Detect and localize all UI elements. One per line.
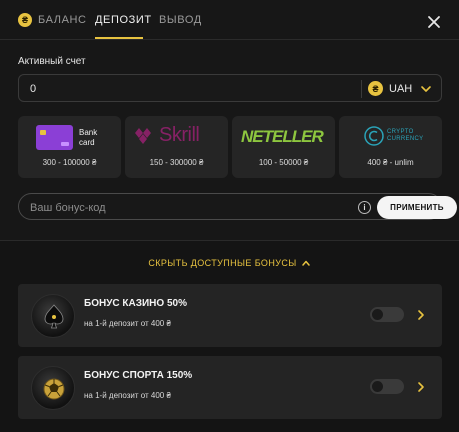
crypto-logo-line1: CRYPTO (387, 129, 414, 135)
method-skrill[interactable]: Skrill 150 - 300000 ₴ (125, 116, 228, 178)
switch-knob (372, 381, 383, 392)
bonus-toggle-switch[interactable] (370, 379, 404, 394)
bank-card-range: 300 - 100000 ₴ (42, 158, 97, 167)
bonus-card-casino[interactable]: БОНУС КАЗИНО 50% на 1-й депозит от 400 ₴ (18, 284, 442, 347)
bonus-code-placeholder: Ваш бонус-код (30, 202, 106, 214)
chevron-down-icon[interactable] (419, 82, 433, 96)
bonus-title: БОНУС КАЗИНО 50% (84, 298, 187, 309)
apply-button[interactable]: ПРИМЕНИТЬ (377, 196, 457, 219)
hide-bonuses-label: СКРЫТЬ ДОСТУПНЫЕ БОНУСЫ (148, 258, 297, 268)
ball-icon (43, 378, 65, 400)
tab-bar: ₴ БАЛАНС ДЕПОЗИТ ВЫВОД (0, 0, 459, 40)
bonus-toggle-switch[interactable] (370, 307, 404, 322)
divider (361, 80, 362, 98)
deposit-panel: ₴ БАЛАНС ДЕПОЗИТ ВЫВОД Активный счет 0 ₴… (0, 0, 459, 432)
currency-coin-icon: ₴ (368, 81, 383, 96)
active-account-label: Активный счет (18, 56, 86, 67)
crypto-range: 400 ₴ - unlim (367, 158, 414, 167)
bonus-card-sport[interactable]: БОНУС СПОРТА 150% на 1-й депозит от 400 … (18, 356, 442, 419)
neteller-logo-text: NETELLER (241, 127, 324, 146)
bonus-title: БОНУС СПОРТА 150% (84, 370, 193, 381)
skrill-diamond-icon (135, 128, 151, 144)
hide-bonuses-toggle[interactable]: СКРЫТЬ ДОСТУПНЫЕ БОНУСЫ (0, 258, 459, 268)
neteller-range: 100 - 50000 ₴ (258, 158, 309, 167)
tab-balance[interactable]: БАЛАНС (38, 14, 87, 26)
chevron-right-icon[interactable] (416, 381, 426, 393)
skrill-logo-text: Skrill (159, 124, 200, 146)
chevron-right-icon[interactable] (416, 309, 426, 321)
bonus-code-field[interactable]: Ваш бонус-код i ПРИМЕНИТЬ (18, 193, 457, 220)
bank-card-logo-text: Bank card (79, 128, 97, 148)
bank-card-logo-line1: Bank (79, 128, 98, 137)
account-value: 0 (30, 83, 37, 95)
currency-code: UAH (389, 83, 413, 95)
method-neteller[interactable]: NETELLER 100 - 50000 ₴ (232, 116, 335, 178)
sport-bonus-image (31, 366, 75, 410)
hryvnia-coin-icon: ₴ (18, 13, 32, 27)
info-icon[interactable]: i (358, 201, 371, 214)
method-bank-card[interactable]: Bank card 300 - 100000 ₴ (18, 116, 121, 178)
bank-card-logo-line2: card (79, 138, 95, 147)
casino-bonus-image (31, 294, 75, 338)
tab-deposit[interactable]: ДЕПОЗИТ (95, 14, 152, 26)
skrill-range: 150 - 300000 ₴ (149, 158, 204, 167)
bonus-subtitle: на 1-й депозит от 400 ₴ (84, 319, 171, 328)
switch-knob (372, 309, 383, 320)
active-tab-indicator (95, 37, 143, 39)
account-selector[interactable]: 0 ₴ UAH (18, 74, 442, 102)
spade-icon (44, 304, 64, 329)
close-icon[interactable] (424, 12, 444, 32)
chevron-up-icon (301, 260, 310, 266)
tab-withdraw[interactable]: ВЫВОД (159, 14, 202, 26)
crypto-logo-icon (364, 126, 384, 146)
crypto-logo-line2: CURRENCY (387, 136, 424, 142)
bonus-subtitle: на 1-й депозит от 400 ₴ (84, 391, 171, 400)
method-crypto[interactable]: CRYPTO CURRENCY 400 ₴ - unlim (339, 116, 442, 178)
crypto-logo-text: CRYPTO CURRENCY (387, 129, 423, 143)
